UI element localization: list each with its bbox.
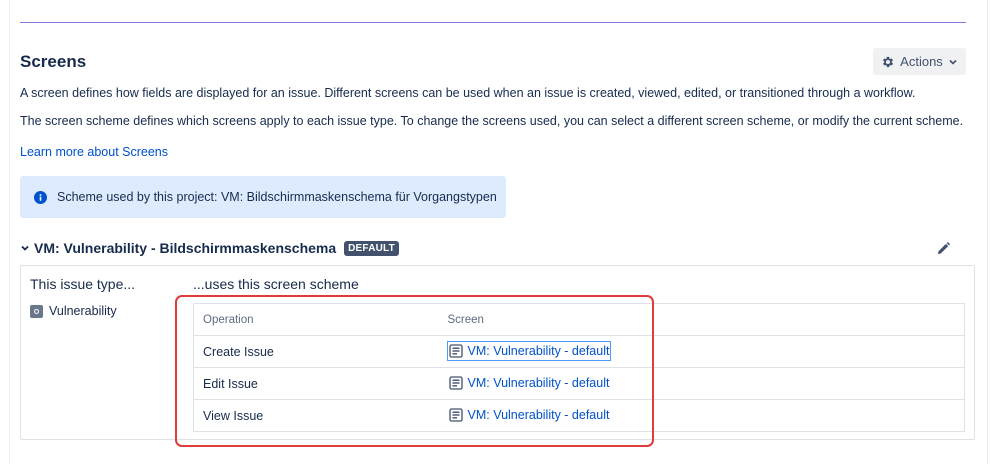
info-text: Scheme used by this project: VM: Bildsch… [57,190,497,204]
gear-icon [883,56,894,67]
screen-link-label: VM: Vulnerability - default [467,408,610,422]
chevron-down-icon [21,245,29,251]
left-gutter [0,0,10,464]
operation-cell: View Issue [193,399,439,432]
screen-link[interactable]: VM: Vulnerability - default [448,406,611,424]
table-row: Edit Issue VM: Vulnerability - default [193,367,965,400]
screen-icon [448,344,463,358]
screen-cell: VM: Vulnerability - default [438,367,965,400]
screen-scheme-column-heading: ...uses this screen scheme [193,276,359,292]
scheme-title: VM: Vulnerability - Bildschirmmaskensche… [34,240,337,256]
learn-more-link[interactable]: Learn more about Screens [20,145,168,159]
issue-type-icon [30,304,43,318]
operation-column-header: Operation [193,303,439,336]
table-header-row: Operation Screen [193,303,965,336]
actions-button[interactable]: Actions [873,48,966,75]
table-row: View Issue VM: Vulnerability - default [193,399,965,432]
chevron-down-icon [949,59,957,65]
default-badge: DEFAULT [344,240,399,256]
screen-cell: VM: Vulnerability - default [438,335,965,368]
pencil-icon[interactable] [936,241,951,256]
scheme-toggle[interactable]: VM: Vulnerability - Bildschirmmaskensche… [20,239,399,257]
info-message: Scheme used by this project: VM: Bildsch… [20,176,506,218]
operation-cell: Edit Issue [193,367,439,400]
screen-link[interactable]: VM: Vulnerability - default [446,341,612,361]
section-divider [20,22,966,23]
screen-icon [448,408,463,422]
page-title: Screens [20,52,87,71]
info-icon [34,190,47,204]
right-gutter [987,0,999,464]
issue-type-column-heading: This issue type... [30,276,136,292]
screen-icon [448,376,463,390]
screen-column-header: Screen [438,303,965,336]
operation-cell: Create Issue [193,335,439,368]
screen-cell: VM: Vulnerability - default [438,399,965,432]
screen-scheme-description: The screen scheme defines which screens … [20,114,964,128]
screens-description: A screen defines how fields are displaye… [20,86,916,100]
actions-label: Actions [900,54,943,69]
screen-link[interactable]: VM: Vulnerability - default [448,374,611,392]
table-row: Create Issue VM: Vulnerability - default [193,335,965,368]
screen-link-label: VM: Vulnerability - default [467,376,610,390]
issue-type-label: Vulnerability [49,304,117,318]
issue-type-item: Vulnerability [30,304,117,318]
operations-table: Operation Screen Create Issue VM: Vulner… [193,303,965,432]
screen-link-label: VM: Vulnerability - default [467,344,610,358]
